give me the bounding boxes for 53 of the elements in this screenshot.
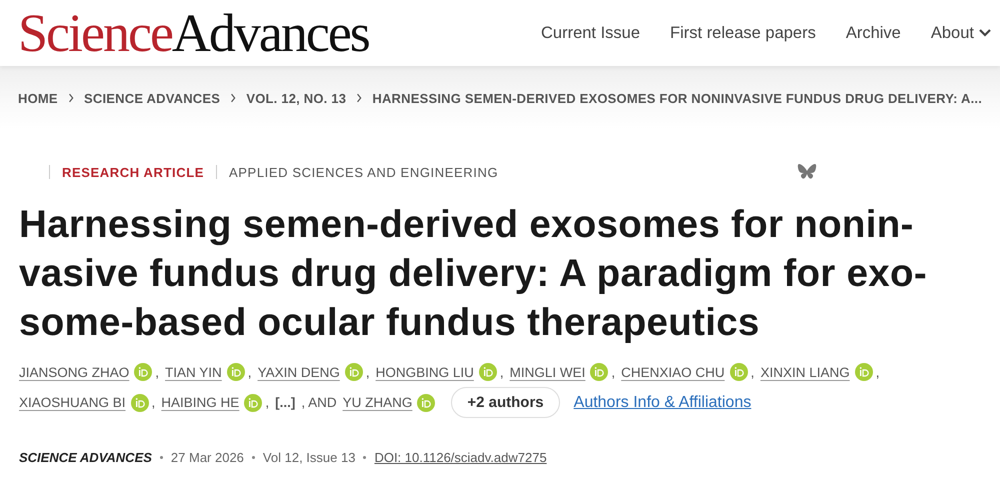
author-link[interactable]: YAXIN DENG <box>258 364 340 380</box>
orcid-icon[interactable] <box>854 363 873 381</box>
doi-link[interactable]: DOI: 10.1126/sciadv.adw7275 <box>374 450 547 465</box>
nav-link[interactable]: About <box>930 24 992 42</box>
chevron-right-icon <box>356 92 362 104</box>
author-link[interactable]: XINXIN LIANG <box>760 364 850 380</box>
separator: , <box>611 364 616 380</box>
journal-name: SCIENCE ADVANCES <box>19 450 152 465</box>
chevron-right-icon <box>230 92 236 104</box>
author-link[interactable]: HONGBING LIU <box>376 364 474 380</box>
article-type: RESEARCH ARTICLE <box>62 164 204 180</box>
separator: , <box>366 364 370 380</box>
article-subject[interactable]: APPLIED SCIENCES AND ENGINEERING <box>229 164 498 180</box>
article-title: Harnessing semen-derived exosomes for nonin- vasive fundus drug delivery: A paradigm for exo- some-based ocular fundus therapeutics <box>19 202 928 346</box>
logo[interactable]: ScienceAdvances <box>18 6 369 60</box>
separator: , <box>750 364 754 380</box>
orcid-icon[interactable] <box>590 363 608 381</box>
orcid-icon[interactable] <box>134 363 152 381</box>
author-ellipsis: [...] <box>275 395 296 410</box>
more-authors-button[interactable]: +2 authors <box>451 387 560 418</box>
orcid-icon[interactable] <box>344 363 363 381</box>
butterfly-icon[interactable] <box>797 163 817 181</box>
orcid-icon[interactable] <box>478 363 497 381</box>
nav-link[interactable]: First release papers <box>670 24 816 42</box>
separator: , <box>500 364 504 380</box>
breadcrumb-link[interactable]: VOL. 12, NO. 13 <box>246 90 346 106</box>
author-link[interactable]: CHENXIAO CHU <box>621 364 725 380</box>
separator: , <box>265 395 270 410</box>
separator: , <box>248 364 252 380</box>
publication-date: 27 Mar 2026 <box>170 450 244 465</box>
orcid-icon[interactable] <box>130 394 149 412</box>
nav-link[interactable]: Current Issue <box>540 24 640 42</box>
breadcrumb-link[interactable]: SCIENCE ADVANCES <box>84 90 220 106</box>
breadcrumb-link[interactable]: HOME <box>18 90 58 106</box>
orcid-icon[interactable] <box>417 394 436 412</box>
author-link[interactable]: JIANSONG ZHAO <box>19 364 130 380</box>
author-link[interactable]: HAIBING HE <box>161 395 240 410</box>
orcid-icon[interactable] <box>244 394 262 412</box>
author-conjunction: , AND <box>301 395 337 410</box>
author-link[interactable]: TIAN YIN <box>165 364 222 380</box>
separator: , <box>155 364 160 380</box>
separator: , <box>876 364 880 380</box>
orcid-icon[interactable] <box>226 363 245 381</box>
affiliations-link[interactable]: Authors Info & Affiliations <box>574 394 752 412</box>
author-link[interactable]: MINGLI WEI <box>510 364 586 380</box>
breadcrumb-link[interactable]: HARNESSING SEMEN-DERIVED EXOSOMES FOR NONINVASIVE FUNDUS DRUG DELIVERY: A... <box>372 90 982 106</box>
author-link[interactable]: XIAOSHUANG BI <box>19 395 126 410</box>
chevron-right-icon <box>68 92 74 104</box>
nav-link[interactable]: Archive <box>846 24 901 42</box>
author-link[interactable]: YU ZHANG <box>342 395 412 410</box>
orcid-icon[interactable] <box>730 363 748 381</box>
separator: , <box>152 395 156 410</box>
issue-info: Vol 12, Issue 13 <box>262 450 356 465</box>
